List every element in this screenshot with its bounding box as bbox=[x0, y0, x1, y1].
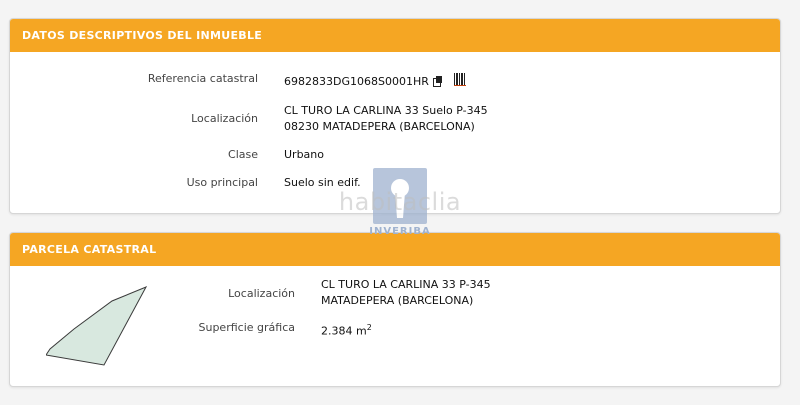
class-value: Urbano bbox=[284, 148, 324, 161]
main-use-label: Uso principal bbox=[186, 176, 258, 189]
barcode-icon[interactable] bbox=[453, 73, 466, 86]
location-line1: CL TURO LA CARLINA 33 Suelo P-345 bbox=[284, 104, 488, 117]
class-label: Clase bbox=[228, 148, 258, 161]
graphic-area-text: 2.384 m bbox=[321, 324, 367, 338]
cadastral-reference-label: Referencia catastral bbox=[147, 72, 258, 85]
main-use-value: Suelo sin edif. bbox=[284, 176, 361, 189]
parcel-location-line1: CL TURO LA CARLINA 33 P-345 bbox=[321, 278, 491, 291]
parcel-location-label: Localización bbox=[228, 287, 295, 300]
location-value: CL TURO LA CARLINA 33 Suelo P-345 08230 … bbox=[284, 103, 488, 135]
location-label: Localización bbox=[191, 112, 258, 125]
parcel-location-value: CL TURO LA CARLINA 33 P-345 MATADEPERA (… bbox=[321, 277, 491, 309]
cadastral-reference-value: 6982833DG1068S0001HR bbox=[284, 73, 466, 90]
descriptive-data-header: DATOS DESCRIPTIVOS DEL INMUEBLE bbox=[10, 19, 780, 52]
graphic-area-label: Superficie gráfica bbox=[198, 321, 296, 334]
graphic-area-value: 2.384 m2 bbox=[321, 320, 372, 340]
graphic-area-unit-exponent: 2 bbox=[366, 323, 372, 332]
parcel-location-line2: MATADEPERA (BARCELONA) bbox=[321, 294, 474, 307]
cadastral-reference-text: 6982833DG1068S0001HR bbox=[284, 75, 429, 88]
location-line2: 08230 MATADEPERA (BARCELONA) bbox=[284, 120, 475, 133]
parcel-header: PARCELA CATASTRAL bbox=[10, 233, 780, 266]
parcel-panel: PARCELA CATASTRAL Localización CL TURO L… bbox=[9, 232, 781, 387]
copy-icon[interactable] bbox=[432, 76, 442, 87]
descriptive-data-panel: DATOS DESCRIPTIVOS DEL INMUEBLE Referenc… bbox=[9, 18, 781, 214]
